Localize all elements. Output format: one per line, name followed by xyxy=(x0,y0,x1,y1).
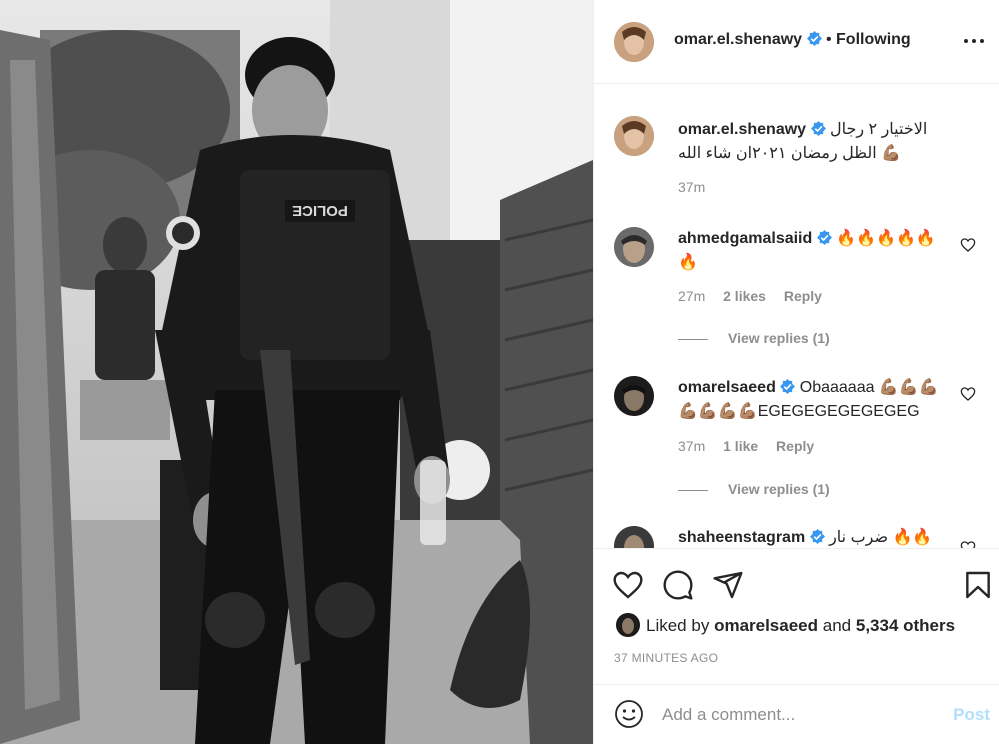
comment-icon[interactable] xyxy=(662,569,694,601)
following-button[interactable]: Following xyxy=(836,31,911,48)
liker-avatar-image xyxy=(616,613,640,637)
likes-summary: Liked by omarelsaeed and 5,334 others xyxy=(616,613,955,637)
comment-item: ahmedgamalsaiid 🔥🔥🔥🔥🔥🔥 27m 2 likes Reply… xyxy=(594,227,999,357)
comment-username[interactable]: shaheenstagram xyxy=(678,529,805,546)
caption-username[interactable]: omar.el.shenawy xyxy=(678,121,806,138)
comment-like-heart-icon[interactable] xyxy=(960,237,976,253)
liker-username[interactable]: omarelsaeed xyxy=(714,616,818,635)
comment-time[interactable]: 27m xyxy=(678,288,705,304)
view-replies-label: View replies (1) xyxy=(728,330,830,346)
comment-time[interactable]: 37m xyxy=(678,438,705,454)
verified-badge-icon xyxy=(816,230,832,245)
comment-like-heart-icon[interactable] xyxy=(960,386,976,402)
likes-prefix: Liked by xyxy=(646,616,710,635)
comment-username[interactable]: ahmedgamalsaiid xyxy=(678,230,812,247)
bookmark-icon[interactable] xyxy=(962,569,994,601)
share-icon[interactable] xyxy=(712,569,744,601)
verified-badge-icon xyxy=(806,31,822,46)
comment-reply-button[interactable]: Reply xyxy=(784,288,822,304)
comment-avatar-image xyxy=(614,376,654,416)
verified-badge-icon xyxy=(780,379,796,394)
likes-conj: and xyxy=(822,616,852,635)
view-replies-button[interactable]: View replies (1) xyxy=(678,481,830,497)
author-username[interactable]: omar.el.shenawy xyxy=(674,31,802,48)
photo-scene: POLICE xyxy=(0,0,593,744)
view-replies-line xyxy=(678,489,708,491)
comment-meta: 37m 1 like Reply xyxy=(678,438,828,454)
comment-input[interactable] xyxy=(662,703,932,727)
caption-avatar-image xyxy=(614,116,654,156)
comment-text-block: omarelsaeed Obaaaaaa 💪🏽💪🏽💪🏽💪🏽💪🏽💪🏽💪🏽EGEGE… xyxy=(678,376,948,424)
header-separator: • xyxy=(825,31,832,48)
post-timestamp[interactable]: 37 MINUTES AGO xyxy=(614,651,718,665)
comment-avatar-image xyxy=(614,526,654,548)
heart-icon[interactable] xyxy=(612,569,644,601)
post-comment-button[interactable]: Post xyxy=(953,705,990,725)
add-comment-bar: Post xyxy=(594,684,999,744)
comments-list[interactable]: omar.el.shenawy الاختيار ٢ رجال الظل رمض… xyxy=(594,85,999,548)
comment-text-block: ahmedgamalsaiid 🔥🔥🔥🔥🔥🔥 xyxy=(678,227,948,275)
comment-text: ضرب نار 🔥🔥 xyxy=(829,529,933,546)
view-replies-label: View replies (1) xyxy=(728,481,830,497)
verified-badge-icon xyxy=(809,529,825,544)
comment-likes[interactable]: 1 like xyxy=(723,438,758,454)
caption-time[interactable]: 37m xyxy=(678,179,705,195)
caption-text-block: omar.el.shenawy الاختيار ٢ رجال الظل رمض… xyxy=(678,118,948,166)
header-user-line: omar.el.shenawy • Following xyxy=(674,31,911,49)
verified-badge-icon xyxy=(810,121,826,136)
post-header: omar.el.shenawy • Following xyxy=(594,0,999,84)
liker-avatar[interactable] xyxy=(616,613,640,637)
comment-like-heart-icon[interactable] xyxy=(960,540,976,548)
comment-item: omarelsaeed Obaaaaaa 💪🏽💪🏽💪🏽💪🏽💪🏽💪🏽💪🏽EGEGE… xyxy=(594,376,999,506)
caption-meta: 37m xyxy=(678,179,719,195)
author-avatar-image xyxy=(614,22,654,62)
post-photo[interactable]: POLICE xyxy=(0,0,593,744)
comment-likes[interactable]: 2 likes xyxy=(723,288,766,304)
svg-text:POLICE: POLICE xyxy=(292,202,348,219)
author-avatar[interactable] xyxy=(614,22,654,62)
comment-avatar[interactable] xyxy=(614,526,654,548)
comment-avatar[interactable] xyxy=(614,227,654,267)
caption-avatar[interactable] xyxy=(614,116,654,156)
comment-username[interactable]: omarelsaeed xyxy=(678,379,776,396)
likes-others-link[interactable]: 5,334 others xyxy=(856,616,955,635)
comment-avatar-image xyxy=(614,227,654,267)
view-replies-button[interactable]: View replies (1) xyxy=(678,330,830,346)
comment-text-block: shaheenstagram ضرب نار 🔥🔥 xyxy=(678,526,948,548)
comment-meta: 27m 2 likes Reply xyxy=(678,288,836,304)
comment-reply-button[interactable]: Reply xyxy=(776,438,814,454)
comment-item: shaheenstagram ضرب نار 🔥🔥 xyxy=(594,526,999,548)
comment-avatar[interactable] xyxy=(614,376,654,416)
emoji-icon[interactable] xyxy=(614,699,644,729)
more-options-icon[interactable] xyxy=(962,32,986,50)
post-details-panel: omar.el.shenawy • Following omar.el.shen… xyxy=(593,0,999,744)
view-replies-line xyxy=(678,338,708,340)
